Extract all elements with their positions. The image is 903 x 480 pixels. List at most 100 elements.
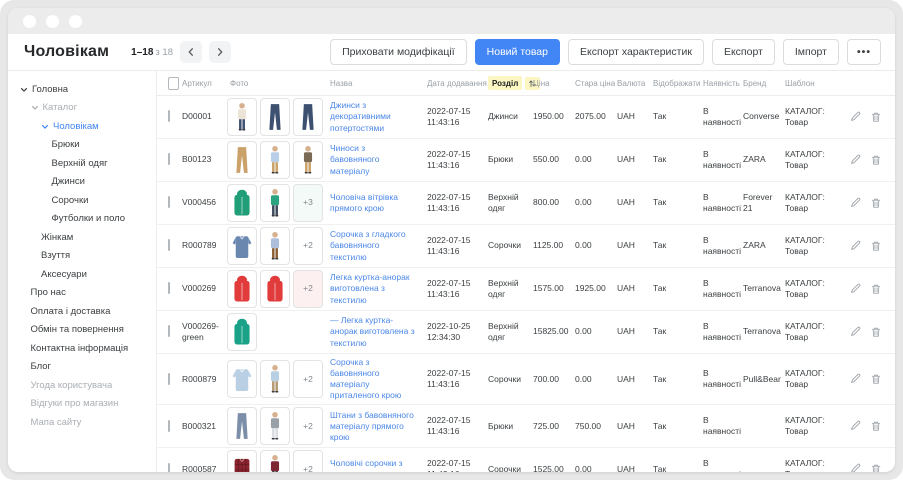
more-photos-badge[interactable]: +2 (293, 227, 323, 265)
window-control-dot[interactable] (46, 15, 59, 28)
sidebar-item-label: Каталог (43, 102, 78, 113)
delete-product-button[interactable] (871, 154, 881, 166)
row-checkbox[interactable] (168, 282, 170, 294)
sidebar-item-women[interactable]: Жінкам (8, 228, 156, 247)
delete-product-button[interactable] (871, 283, 881, 295)
product-photo[interactable] (293, 98, 323, 136)
more-photos-badge[interactable]: +2 (293, 360, 323, 398)
sidebar-item-shoes[interactable]: Взуття (8, 247, 156, 266)
product-name-link[interactable]: Легка куртка-анорак виготовлена з тексти… (330, 272, 420, 305)
sidebar-item-men[interactable]: Чоловікам (8, 117, 156, 136)
product-name-link[interactable]: — Легка куртка-анорак виготовлена з текс… (330, 315, 420, 348)
row-checkbox[interactable] (168, 373, 170, 385)
product-photo[interactable] (260, 360, 290, 398)
more-photos-badge[interactable]: +2 (293, 450, 323, 472)
row-checkbox[interactable] (168, 463, 170, 472)
sidebar-item-jeans[interactable]: Джинси (8, 173, 156, 192)
delete-product-button[interactable] (871, 326, 881, 338)
date-added: 2022-07-15 11:43:16 (424, 103, 485, 131)
more-photos-badge[interactable]: +3 (293, 184, 323, 222)
sidebar-item-payment-delivery[interactable]: Оплата і доставка (8, 302, 156, 321)
sidebar-item-user-agreement[interactable]: Угода користувача (8, 376, 156, 395)
more-actions-button[interactable]: ••• (847, 39, 881, 65)
product-name-link[interactable]: Штани з бавовняного матеріалу прямого кр… (330, 410, 420, 443)
product-photo[interactable] (260, 450, 290, 472)
next-page-button[interactable] (209, 41, 231, 63)
select-all-checkbox[interactable] (168, 77, 179, 90)
sidebar-item-sitemap[interactable]: Мапа сайту (8, 413, 156, 432)
product-photo[interactable] (260, 184, 290, 222)
delete-product-button[interactable] (871, 197, 881, 209)
product-photo[interactable] (260, 98, 290, 136)
product-section: Брюки (485, 418, 530, 435)
product-name-link[interactable]: Сорочка з бавовняного матеріалу притален… (330, 357, 420, 401)
export-characteristics-button[interactable]: Експорт характеристик (568, 39, 704, 65)
delete-product-button[interactable] (871, 373, 881, 385)
product-name-link[interactable]: Джинси з декоративними потертостями (330, 100, 420, 133)
more-photos-badge[interactable]: +2 (293, 407, 323, 445)
sidebar-item-tshirts-polo[interactable]: Футболки и поло (8, 210, 156, 229)
products-table: АртикулФотоНазваДата додаванняРозділЦіна… (157, 71, 895, 472)
row-checkbox[interactable] (168, 420, 170, 432)
delete-product-button[interactable] (871, 463, 881, 472)
edit-product-button[interactable] (850, 283, 861, 295)
row-checkbox[interactable] (168, 239, 170, 251)
sidebar-item-about-us[interactable]: Про нас (8, 284, 156, 303)
sidebar-item-catalog[interactable]: Каталог (8, 99, 156, 118)
row-checkbox[interactable] (168, 153, 170, 165)
import-button[interactable]: Імпорт (783, 39, 839, 65)
product-photo[interactable] (227, 360, 257, 398)
edit-product-button[interactable] (850, 154, 861, 166)
product-photo[interactable] (227, 407, 257, 445)
delete-product-button[interactable] (871, 111, 881, 123)
product-name-link[interactable]: Сорочка з гладкого бавовняного текстилю (330, 229, 420, 262)
product-photo[interactable] (227, 450, 257, 472)
product-old-price: 0.00 (572, 151, 614, 168)
product-photo[interactable] (260, 227, 290, 265)
row-checkbox[interactable] (168, 325, 170, 337)
window-control-dot[interactable] (69, 15, 82, 28)
new-product-button[interactable]: Новий товар (475, 39, 560, 65)
prev-page-button[interactable] (180, 41, 202, 63)
product-photo[interactable] (260, 141, 290, 179)
more-photos-badge[interactable]: +2 (293, 270, 323, 308)
product-photo[interactable] (260, 407, 290, 445)
sidebar-item-label: Контактна інформація (31, 343, 129, 354)
delete-product-button[interactable] (871, 420, 881, 432)
hide-modifications-button[interactable]: Приховати модифікації (330, 39, 467, 65)
sorted-column-label[interactable]: Розділ (488, 76, 522, 90)
product-photo[interactable] (227, 184, 257, 222)
product-name-link[interactable]: Чоловічі сорочки з легкого текстилю (330, 458, 420, 472)
product-name-link[interactable]: Чоловіча вітрівка прямого крою (330, 192, 420, 214)
row-checkbox[interactable] (168, 196, 170, 208)
sidebar-item-store-reviews[interactable]: Відгуки про магазин (8, 395, 156, 414)
product-photo[interactable] (227, 313, 257, 351)
product-photo[interactable] (227, 98, 257, 136)
product-photo[interactable] (227, 270, 257, 308)
edit-product-button[interactable] (850, 420, 861, 432)
edit-product-button[interactable] (850, 326, 861, 338)
edit-product-button[interactable] (850, 111, 861, 123)
row-checkbox[interactable] (168, 110, 170, 122)
sidebar-item-outerwear[interactable]: Верхній одяг (8, 154, 156, 173)
sidebar-item-accessories[interactable]: Аксесуари (8, 265, 156, 284)
product-photo[interactable] (227, 141, 257, 179)
product-photo[interactable] (260, 270, 290, 308)
sidebar-item-contact-info[interactable]: Контактна інформація (8, 339, 156, 358)
column-header-section[interactable]: Розділ (485, 76, 530, 90)
window-control-dot[interactable] (23, 15, 36, 28)
product-photo[interactable] (293, 141, 323, 179)
edit-product-button[interactable] (850, 240, 861, 252)
edit-product-button[interactable] (850, 373, 861, 385)
sidebar-item-trousers[interactable]: Брюки (8, 136, 156, 155)
delete-product-button[interactable] (871, 240, 881, 252)
export-button[interactable]: Експорт (712, 39, 775, 65)
edit-product-button[interactable] (850, 463, 861, 472)
sidebar-item-exchange-returns[interactable]: Обмін та повернення (8, 321, 156, 340)
product-name-link[interactable]: Чиноси з бавовняного матеріалу (330, 143, 420, 176)
sidebar-item-home[interactable]: Головна (8, 80, 156, 99)
sidebar-item-shirts[interactable]: Сорочки (8, 191, 156, 210)
sidebar-item-blog[interactable]: Блог (8, 358, 156, 377)
product-photo[interactable] (227, 227, 257, 265)
edit-product-button[interactable] (850, 197, 861, 209)
